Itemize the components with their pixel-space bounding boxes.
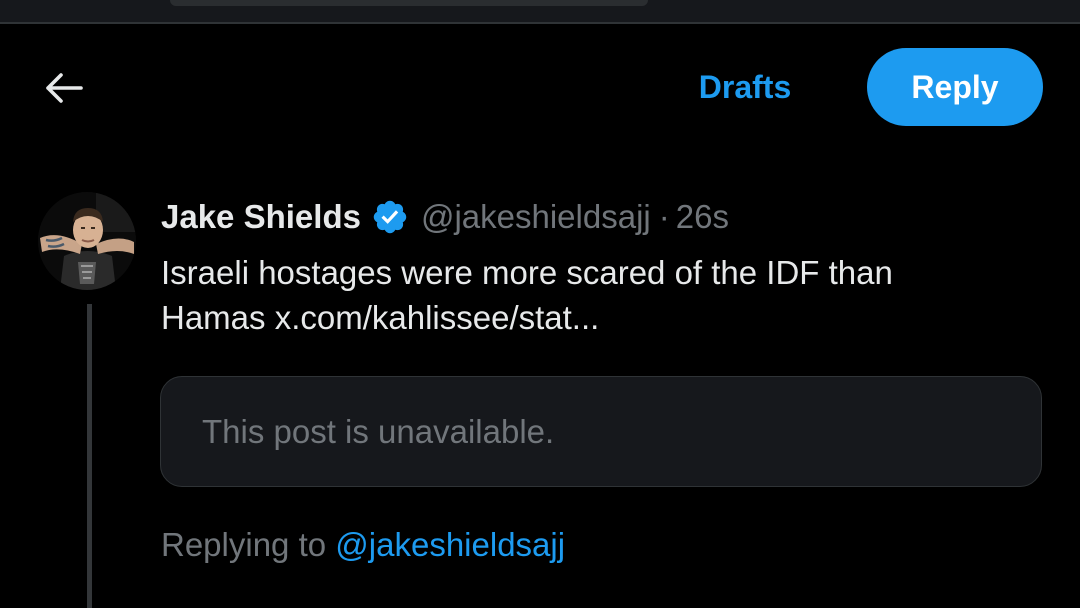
separator-dot: · xyxy=(658,198,670,235)
compose-reply-screen: Drafts Reply Jake Shields @jakeshieldsaj… xyxy=(0,0,1080,608)
reply-button[interactable]: Reply xyxy=(867,48,1043,126)
verified-badge-icon xyxy=(371,198,409,236)
display-name[interactable]: Jake Shields xyxy=(161,198,361,236)
replying-to-context: Replying to @jakeshieldsajj xyxy=(161,526,565,564)
arrow-left-icon xyxy=(46,73,83,103)
avatar-photo xyxy=(38,192,136,290)
tweet-text-line: Hamas x.com/kahlissee/stat... xyxy=(161,299,600,336)
unavailable-post-text: This post is unavailable. xyxy=(202,412,555,450)
drafts-button[interactable]: Drafts xyxy=(680,62,810,112)
top-bar-strip xyxy=(0,0,1080,24)
replying-to-label: Replying to xyxy=(161,526,327,563)
user-handle[interactable]: @jakeshieldsajj xyxy=(421,198,651,236)
tweet-header: Jake Shields @jakeshieldsajj · 26s xyxy=(161,194,729,240)
tweet-text-line: Israeli hostages were more scared of the… xyxy=(161,254,893,291)
thread-line xyxy=(87,304,92,608)
avatar[interactable] xyxy=(38,192,136,290)
top-bar-tab xyxy=(170,0,648,6)
back-button[interactable] xyxy=(40,64,88,112)
replying-to-handle-link[interactable]: @jakeshieldsajj xyxy=(335,526,565,563)
timestamp[interactable]: 26s xyxy=(676,198,729,236)
tweet-text: Israeli hostages were more scared of the… xyxy=(161,250,1041,340)
quoted-post-card: This post is unavailable. xyxy=(160,376,1042,487)
